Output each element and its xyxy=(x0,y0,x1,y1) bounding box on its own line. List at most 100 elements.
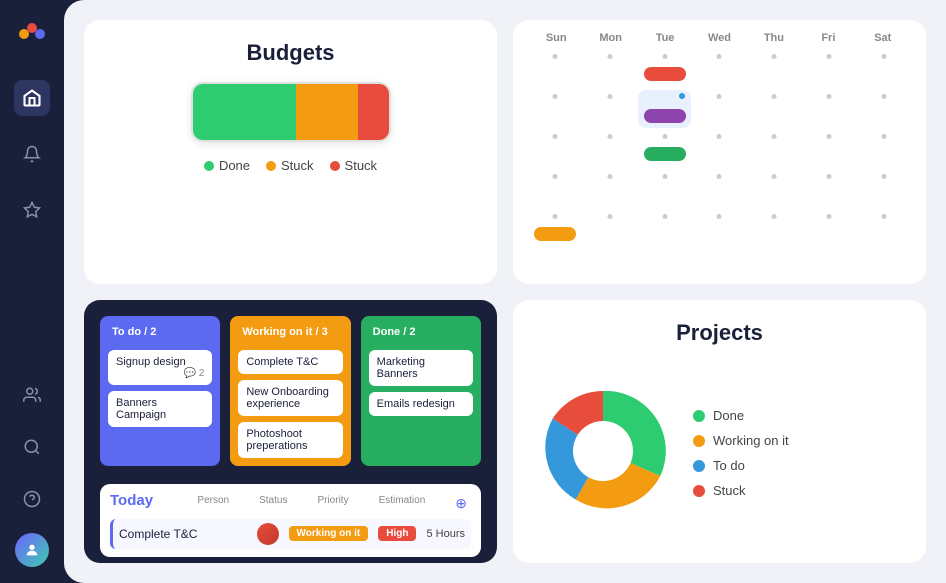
cal-cell xyxy=(748,90,801,128)
kanban-board: To do / 2 Signup design 💬 2 Banners Camp… xyxy=(100,316,481,466)
budget-bar xyxy=(191,82,391,142)
cal-cell xyxy=(693,130,746,168)
cal-cell xyxy=(529,130,582,168)
kanban-col-done: Done / 2 Marketing Banners Emails redesi… xyxy=(361,316,481,466)
logo xyxy=(14,16,50,52)
proj-label-stuck: Stuck xyxy=(713,483,746,498)
budgets-card: Budgets Done Stuck Stuck xyxy=(84,20,497,284)
pie-chart xyxy=(533,381,673,526)
cal-cell-sun-event xyxy=(529,210,582,248)
kanban-item[interactable]: New Onboarding experience xyxy=(238,380,342,416)
sidebar-item-home[interactable] xyxy=(14,80,50,116)
kanban-item[interactable]: Complete T&C xyxy=(238,350,342,374)
kanban-col-done-header: Done / 2 xyxy=(369,324,473,340)
legend-item-done: Done xyxy=(693,408,789,423)
kanban-item[interactable]: Emails redesign xyxy=(369,392,473,416)
cal-cell xyxy=(638,170,691,208)
today-label: Today xyxy=(110,492,153,509)
projects-legend: Done Working on it To do Stuck xyxy=(693,408,789,498)
cal-day-sun: Sun xyxy=(529,32,583,44)
cal-cell xyxy=(584,50,637,88)
cal-cell xyxy=(857,170,910,208)
sidebar-item-star[interactable] xyxy=(14,192,50,228)
legend-label-stuck1: Stuck xyxy=(281,158,314,173)
sidebar xyxy=(0,0,64,583)
cal-cell xyxy=(803,170,856,208)
legend-dot-stuck2 xyxy=(330,161,340,171)
user-avatar[interactable] xyxy=(15,533,49,567)
kanban-item-text: Photoshoot preperations xyxy=(246,428,307,452)
kanban-col-working: Working on it / 3 Complete T&C New Onboa… xyxy=(230,316,350,466)
cal-cell xyxy=(857,210,910,248)
today-section: Today Person Status Priority Estimation … xyxy=(100,484,481,557)
calendar-card: Sun Mon Tue Wed Thu Fri Sat xyxy=(513,20,926,284)
proj-dot-done xyxy=(693,410,705,422)
cal-cell xyxy=(693,90,746,128)
cal-day-tue: Tue xyxy=(638,32,692,44)
legend-item-todo: To do xyxy=(693,458,789,473)
legend-label-stuck2: Stuck xyxy=(345,158,378,173)
today-task-row: Complete T&C Working on it High 5 Hours xyxy=(110,519,471,549)
today-task-name: Complete T&C xyxy=(119,527,249,541)
col-header-status: Status xyxy=(259,495,287,512)
cal-cell-tue-event1 xyxy=(638,50,691,88)
proj-label-done: Done xyxy=(713,408,744,423)
main-content: Budgets Done Stuck Stuck xyxy=(64,0,946,583)
budget-legend: Done Stuck Stuck xyxy=(104,158,477,173)
col-header-priority: Priority xyxy=(317,495,348,512)
kanban-item-text: Emails redesign xyxy=(377,398,455,410)
sidebar-item-bell[interactable] xyxy=(14,136,50,172)
cal-cell-tue-event3 xyxy=(638,130,691,168)
projects-title: Projects xyxy=(533,320,906,346)
kanban-item-text: Marketing Banners xyxy=(377,356,425,380)
legend-done: Done xyxy=(204,158,250,173)
col-header-estimation: Estimation xyxy=(379,495,426,512)
legend-stuck-2: Stuck xyxy=(330,158,378,173)
task-estimation: 5 Hours xyxy=(426,528,465,540)
cal-day-thu: Thu xyxy=(747,32,801,44)
cal-cell xyxy=(857,50,910,88)
add-row-button[interactable]: ⊕ xyxy=(455,495,467,512)
legend-stuck-1: Stuck xyxy=(266,158,314,173)
task-person-avatar xyxy=(257,523,279,545)
kanban-item[interactable]: Photoshoot preperations xyxy=(238,422,342,458)
kanban-col-working-header: Working on it / 3 xyxy=(238,324,342,340)
cal-cell xyxy=(748,170,801,208)
kanban-col-todo: To do / 2 Signup design 💬 2 Banners Camp… xyxy=(100,316,220,466)
kanban-item-text: Signup design xyxy=(116,356,186,368)
cal-cell xyxy=(584,210,637,248)
cal-cell xyxy=(529,90,582,128)
calendar-grid xyxy=(529,50,910,248)
cal-cell xyxy=(803,130,856,168)
kanban-card: To do / 2 Signup design 💬 2 Banners Camp… xyxy=(84,300,497,564)
cal-cell xyxy=(748,130,801,168)
sidebar-item-help[interactable] xyxy=(14,481,50,517)
cal-cell xyxy=(857,130,910,168)
sidebar-item-people[interactable] xyxy=(14,377,50,413)
cal-cell xyxy=(529,50,582,88)
kanban-item[interactable]: Marketing Banners xyxy=(369,350,473,386)
kanban-item-text: Complete T&C xyxy=(246,356,318,368)
projects-card: Projects Done xyxy=(513,300,926,564)
kanban-item[interactable]: Banners Campaign xyxy=(108,391,212,427)
legend-label-done: Done xyxy=(219,158,250,173)
bar-done xyxy=(193,84,296,140)
kanban-item[interactable]: Signup design 💬 2 xyxy=(108,350,212,385)
cal-cell xyxy=(584,90,637,128)
task-priority-badge: High xyxy=(378,526,416,541)
proj-dot-stuck xyxy=(693,485,705,497)
kanban-item-badge: 💬 2 xyxy=(184,368,205,379)
cal-cell xyxy=(693,210,746,248)
cal-day-wed: Wed xyxy=(692,32,746,44)
projects-content: Done Working on it To do Stuck xyxy=(533,362,906,546)
cal-cell xyxy=(693,50,746,88)
cal-cell-tue-event2 xyxy=(638,90,691,128)
cal-cell xyxy=(529,170,582,208)
cal-cell xyxy=(803,50,856,88)
cal-cell xyxy=(748,210,801,248)
budget-bar-container xyxy=(104,82,477,142)
task-status-badge: Working on it xyxy=(289,526,369,541)
legend-dot-done xyxy=(204,161,214,171)
sidebar-item-search[interactable] xyxy=(14,429,50,465)
budgets-title: Budgets xyxy=(104,40,477,66)
